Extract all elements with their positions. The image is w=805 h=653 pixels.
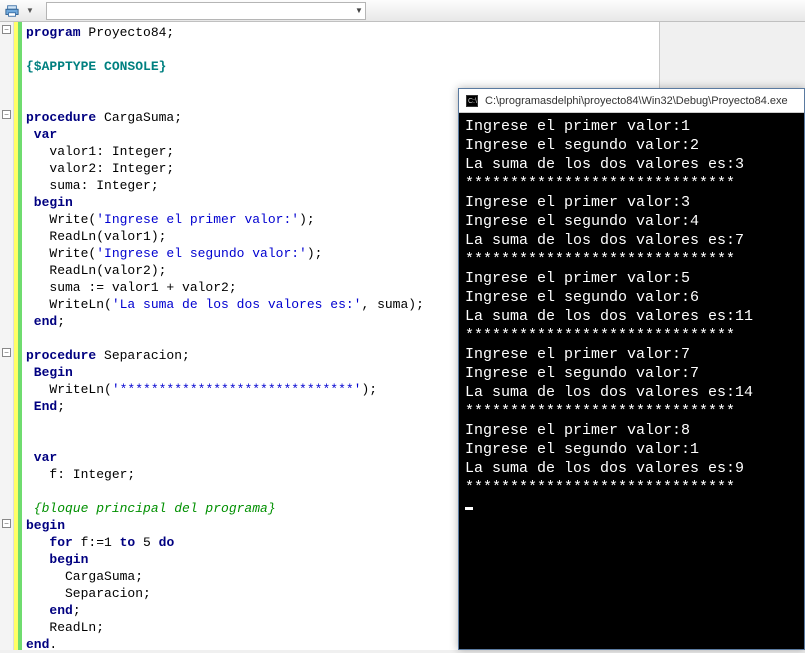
fold-marker[interactable]: − (2, 110, 11, 119)
out-line: Ingrese el segundo valor:7 (465, 365, 699, 382)
console-output: Ingrese el primer valor:1 Ingrese el seg… (459, 113, 804, 649)
printer-dropdown-arrow[interactable]: ▼ (24, 6, 36, 15)
out-line: ****************************** (465, 175, 735, 192)
fold-gutter: − − − − (0, 22, 14, 650)
out-line: Ingrese el segundo valor:4 (465, 213, 699, 230)
toolbar: ▼ ▼ (0, 0, 805, 22)
out-line: ****************************** (465, 327, 735, 344)
out-line: Ingrese el segundo valor:6 (465, 289, 699, 306)
out-line: Ingrese el primer valor:8 (465, 422, 690, 439)
out-line: La suma de los dos valores es:9 (465, 460, 744, 477)
out-line: Ingrese el primer valor:7 (465, 346, 690, 363)
toolbar-combo[interactable]: ▼ (46, 2, 366, 20)
console-window[interactable]: C:\ C:\programasdelphi\proyecto84\Win32\… (458, 88, 805, 650)
console-titlebar[interactable]: C:\ C:\programasdelphi\proyecto84\Win32\… (459, 89, 804, 113)
out-line: Ingrese el primer valor:5 (465, 270, 690, 287)
out-line: Ingrese el segundo valor:2 (465, 137, 699, 154)
out-line: Ingrese el primer valor:1 (465, 118, 690, 135)
fold-marker[interactable]: − (2, 519, 11, 528)
console-title: C:\programasdelphi\proyecto84\Win32\Debu… (485, 95, 798, 107)
printer-icon[interactable] (4, 3, 20, 19)
comment: {bloque principal del programa} (26, 501, 276, 516)
out-line: La suma de los dos valores es:14 (465, 384, 753, 401)
fold-marker[interactable]: − (2, 348, 11, 357)
compiler-directive: {$APPTYPE CONSOLE} (26, 59, 166, 74)
out-line: La suma de los dos valores es:3 (465, 156, 744, 173)
chevron-down-icon: ▼ (355, 6, 363, 15)
out-line: ****************************** (465, 403, 735, 420)
svg-text:C:\: C:\ (468, 98, 477, 105)
console-icon: C:\ (465, 94, 479, 108)
console-cursor (465, 507, 473, 510)
out-line: ****************************** (465, 251, 735, 268)
fold-marker[interactable]: − (2, 25, 11, 34)
out-line: ****************************** (465, 479, 735, 496)
out-line: Ingrese el primer valor:3 (465, 194, 690, 211)
out-line: La suma de los dos valores es:7 (465, 232, 744, 249)
out-line: La suma de los dos valores es:11 (465, 308, 753, 325)
kw-program: program (26, 25, 81, 40)
out-line: Ingrese el segundo valor:1 (465, 441, 699, 458)
